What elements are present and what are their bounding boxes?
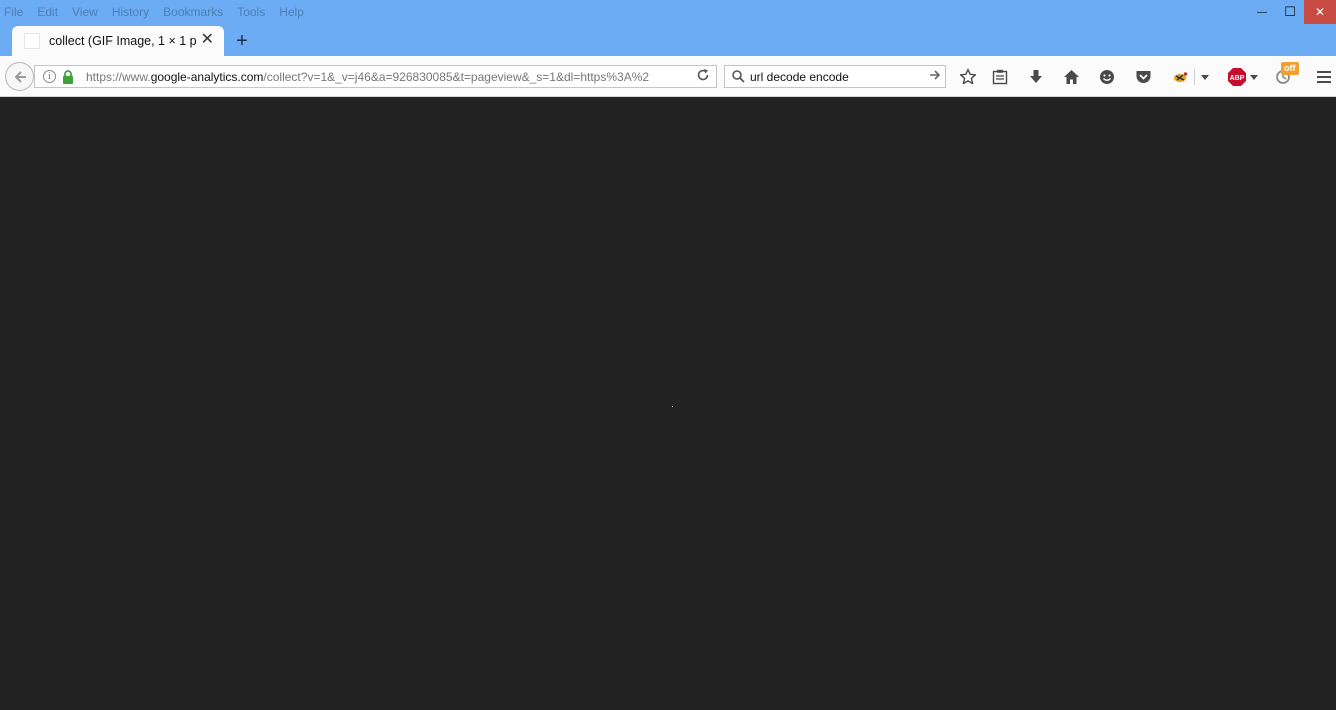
chevron-down-icon — [1201, 74, 1209, 80]
toolbar-divider — [1194, 69, 1195, 85]
counter-button[interactable]: off — [1274, 62, 1300, 89]
search-bar[interactable]: url decode encode — [724, 65, 946, 88]
url-prefix: https://www. — [86, 70, 151, 84]
tab-active[interactable]: collect (GIF Image, 1 × 1 p... ✕ — [12, 26, 224, 56]
pocket-button[interactable] — [1133, 67, 1153, 87]
menu-view[interactable]: View — [72, 0, 98, 24]
close-window-button[interactable]: ✕ — [1304, 0, 1336, 24]
nav-toolbar: i https://www.google-analytics.com/colle… — [0, 56, 1336, 97]
reload-icon — [697, 69, 709, 81]
bookmark-star-icon — [959, 68, 977, 85]
title-bar: File Edit View History Bookmarks Tools H… — [0, 0, 1336, 56]
go-arrow-icon — [930, 70, 941, 80]
lock-icon[interactable] — [62, 70, 74, 84]
tab-title: collect (GIF Image, 1 × 1 p... — [49, 34, 197, 48]
extension-button[interactable] — [1169, 67, 1191, 87]
hello-icon — [1100, 70, 1114, 84]
minimize-icon: — — [1257, 6, 1267, 18]
home-button[interactable] — [1061, 67, 1081, 87]
pocket-icon — [1136, 71, 1150, 83]
adblock-button[interactable]: ABP — [1226, 67, 1258, 87]
download-icon — [1030, 70, 1042, 83]
svg-text:ABP: ABP — [1229, 75, 1244, 82]
open-menu-button[interactable] — [1314, 67, 1334, 87]
new-tab-button[interactable]: + — [231, 29, 253, 53]
menu-tools[interactable]: Tools — [237, 0, 265, 24]
close-icon: ✕ — [1314, 5, 1326, 19]
reading-list-icon — [992, 69, 1008, 85]
url-host: google-analytics.com — [150, 70, 264, 84]
reload-button[interactable] — [696, 68, 710, 85]
hamburger-menu-icon — [1317, 71, 1331, 83]
home-icon — [1063, 70, 1079, 84]
download-button[interactable] — [1026, 67, 1046, 87]
favicon-icon — [24, 33, 40, 49]
extension-dropdown-button[interactable] — [1199, 67, 1211, 87]
back-button[interactable] — [5, 62, 34, 91]
reading-list-button[interactable] — [990, 67, 1010, 87]
url-bar[interactable]: i https://www.google-analytics.com/colle… — [34, 65, 717, 88]
search-icon — [732, 70, 745, 83]
menu-edit[interactable]: Edit — [37, 0, 58, 24]
hello-button[interactable] — [1097, 67, 1117, 87]
back-arrow-icon — [14, 70, 26, 83]
abp-icon: ABP — [1227, 68, 1246, 86]
menu-help[interactable]: Help — [279, 0, 304, 24]
info-icon[interactable]: i — [43, 70, 56, 83]
maximize-icon: ☐ — [1284, 4, 1296, 19]
menu-file[interactable]: File — [4, 0, 23, 24]
counter-badge: off — [1281, 62, 1299, 75]
chevron-down-icon — [1249, 74, 1258, 80]
tab-close-icon[interactable]: ✕ — [201, 32, 214, 48]
menu-bar: File Edit View History Bookmarks Tools H… — [0, 0, 318, 24]
menu-history[interactable]: History — [112, 0, 149, 24]
url-path: /collect?v=1&_v=j46&a=926830085&t=pagevi… — [263, 70, 650, 84]
search-input[interactable]: url decode encode — [750, 70, 849, 84]
bookmark-star-button[interactable] — [958, 67, 978, 87]
image-viewer — [0, 97, 1336, 710]
maximize-button[interactable]: ☐ — [1276, 0, 1304, 24]
extension-icon — [1174, 72, 1188, 82]
gif-image — [672, 406, 673, 407]
minimize-button[interactable]: — — [1248, 0, 1276, 24]
url-text[interactable]: https://www.google-analytics.com/collect… — [86, 70, 676, 84]
search-go-button[interactable] — [929, 69, 941, 84]
menu-bookmarks[interactable]: Bookmarks — [163, 0, 223, 24]
